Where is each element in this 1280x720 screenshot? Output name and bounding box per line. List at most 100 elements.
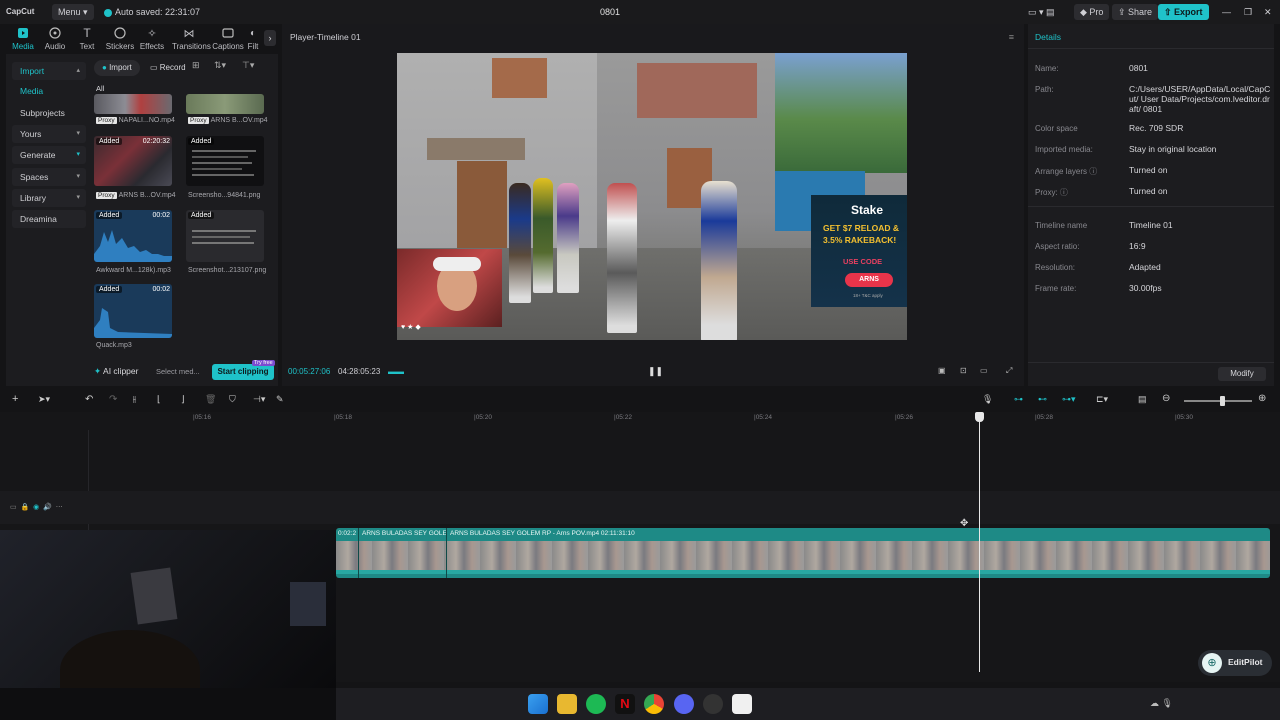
speaker-icon[interactable]: 🔊 bbox=[43, 504, 52, 511]
zoom-out-icon[interactable]: ⊖ bbox=[1162, 393, 1170, 404]
shield-icon[interactable]: ⛉ bbox=[229, 394, 236, 405]
capture-icon[interactable]: ⊡ bbox=[960, 366, 967, 375]
sidebar-item-dreamina[interactable]: Dreamina bbox=[12, 210, 86, 228]
media-thumb[interactable]: Added 00:02 bbox=[94, 210, 172, 262]
chrome-icon[interactable] bbox=[644, 694, 664, 714]
split-right-icon[interactable]: ⌋ bbox=[181, 394, 185, 405]
discord-icon[interactable] bbox=[674, 694, 694, 714]
link-icon[interactable]: ⊶ bbox=[1014, 394, 1023, 405]
magnet-icon[interactable]: ⊷ bbox=[1038, 394, 1047, 405]
menu-button[interactable]: Menu ▾ bbox=[52, 4, 94, 20]
fullscreen-icon[interactable]: ⤢ bbox=[1006, 366, 1012, 376]
stake-fine-print: 18+ T&C apply bbox=[853, 293, 883, 298]
detail-label: Color space bbox=[1035, 124, 1078, 133]
grid-view-icon[interactable]: ⊞ bbox=[192, 60, 200, 71]
modify-button[interactable]: Modify bbox=[1218, 367, 1266, 381]
microphone-icon[interactable]: 🎙 bbox=[982, 394, 993, 405]
share-button[interactable]: ⇪ Share bbox=[1112, 4, 1159, 20]
snap-icon[interactable]: ⊶▾ bbox=[1062, 394, 1076, 405]
media-thumb[interactable]: Added bbox=[186, 210, 264, 262]
player-panel: Player-Timeline 01 ≡ ♥ ★ ◆ Stake GET $7 … bbox=[282, 24, 1024, 386]
lock-icon[interactable]: 🔒 bbox=[21, 504, 30, 511]
sidebar-item-import[interactable]: Import ▴ bbox=[12, 62, 86, 80]
media-thumb[interactable]: Added bbox=[186, 136, 264, 186]
effects-icon: ✧ bbox=[147, 27, 157, 40]
timeline-preview-icon[interactable]: ▬▬ bbox=[388, 367, 404, 376]
restore-icon[interactable]: ❐ bbox=[1244, 4, 1252, 20]
filter-icon[interactable]: ⊤▾ bbox=[242, 60, 254, 71]
full-quality-icon[interactable]: ▣ bbox=[938, 366, 946, 375]
media-thumb[interactable] bbox=[186, 94, 264, 114]
more-icon[interactable]: ⋯ bbox=[56, 504, 63, 511]
tool-captions[interactable]: Captions bbox=[211, 26, 245, 51]
video-clip-track[interactable]: 0:02:2 ARNS BULADAS SEY GOLEI ARNS BULAD… bbox=[336, 528, 1270, 578]
export-button[interactable]: ⇧ Export bbox=[1158, 4, 1209, 20]
sidebar-item-media[interactable]: Media bbox=[12, 82, 86, 100]
select-tool-icon[interactable]: ➤▾ bbox=[38, 394, 50, 405]
zoom-slider-handle[interactable] bbox=[1220, 396, 1225, 406]
tool-effects-label: Effects bbox=[139, 42, 165, 51]
tool-transitions[interactable]: ⋈ Transitions bbox=[172, 26, 211, 52]
layout-icon[interactable]: ▭ ▾ ▤ bbox=[1028, 4, 1055, 20]
title-bar: CapCut Menu ▾ Auto saved: 22:31:07 0801 … bbox=[0, 0, 1280, 24]
record-button[interactable]: ▭ Record bbox=[150, 60, 186, 76]
redo-icon[interactable]: ↷ bbox=[109, 394, 117, 405]
editpilot-button[interactable]: ⊕ EditPilot bbox=[1198, 650, 1272, 676]
media-thumb[interactable] bbox=[94, 94, 172, 114]
tool-effects[interactable]: ✧ Effects bbox=[135, 26, 169, 52]
player-menu-icon[interactable]: ≡ bbox=[1009, 32, 1014, 42]
chevron-down-icon: ▾ bbox=[76, 130, 80, 137]
zoom-slider[interactable] bbox=[1184, 400, 1252, 402]
sort-icon[interactable]: ⇅▾ bbox=[214, 60, 226, 71]
video-preview[interactable]: ♥ ★ ◆ Stake GET $7 RELOAD & 3.5% RAKEBAC… bbox=[397, 53, 907, 340]
media-thumb[interactable]: Added 02:20:32 bbox=[94, 136, 172, 186]
playhead[interactable] bbox=[979, 414, 980, 672]
delete-icon[interactable]: 🗑 bbox=[205, 394, 216, 405]
tool-filters[interactable]: ◐ Filt bbox=[243, 26, 263, 52]
netflix-icon[interactable]: N bbox=[615, 694, 635, 714]
file-explorer-icon[interactable] bbox=[557, 694, 577, 714]
sidebar-item-label: Media bbox=[20, 86, 44, 96]
undo-icon[interactable]: ↶ bbox=[85, 394, 93, 405]
thumbnail-icon[interactable]: ▤ bbox=[1138, 394, 1147, 405]
sidebar-item-subprojects[interactable]: Subprojects bbox=[12, 104, 86, 122]
close-icon[interactable]: ✕ bbox=[1264, 4, 1272, 20]
playhead-handle[interactable] bbox=[975, 412, 984, 422]
split-icon[interactable]: ⫲ bbox=[133, 394, 136, 405]
details-title: Details bbox=[1035, 32, 1061, 42]
system-tray-icons[interactable]: ☁ 🎙 bbox=[1150, 698, 1173, 709]
tool-media[interactable]: Media bbox=[6, 26, 40, 51]
sidebar-item-library[interactable]: Library ▾ bbox=[12, 189, 86, 207]
ratio-icon[interactable]: ▭ bbox=[980, 366, 988, 375]
chevron-right-icon[interactable]: › bbox=[264, 30, 276, 46]
pro-button[interactable]: ◆ Pro bbox=[1074, 4, 1110, 20]
detail-label-text: Proxy: bbox=[1035, 188, 1058, 197]
app-logo: CapCut bbox=[6, 7, 35, 16]
sidebar-item-spaces[interactable]: Spaces ▾ bbox=[12, 168, 86, 186]
edit-icon[interactable]: ✎ bbox=[276, 394, 284, 405]
sidebar-item-yours[interactable]: Yours ▾ bbox=[12, 125, 86, 143]
sidebar-item-generate[interactable]: Generate ▾ bbox=[12, 146, 86, 164]
media-toolbar: Media Audio T Text Stickers ✧ Effects ⋈ … bbox=[6, 24, 278, 54]
capcut-icon[interactable] bbox=[732, 694, 752, 714]
split-left-icon[interactable]: ⌊ bbox=[157, 394, 161, 405]
stake-reload-text: GET $7 RELOAD & bbox=[823, 223, 900, 233]
tool-text[interactable]: T Text bbox=[70, 26, 104, 51]
eye-icon[interactable]: ◉ bbox=[33, 504, 39, 511]
crop-icon[interactable]: ⊣▾ bbox=[253, 394, 265, 405]
preview-axis-icon[interactable]: ⊏▾ bbox=[1096, 394, 1108, 405]
import-button[interactable]: ● Import bbox=[94, 60, 140, 76]
zoom-in-icon[interactable]: ⊕ bbox=[1258, 393, 1266, 404]
tool-audio[interactable]: Audio bbox=[38, 26, 72, 51]
minimize-icon[interactable]: — bbox=[1222, 4, 1231, 20]
cover-icon[interactable]: ▭ bbox=[10, 504, 17, 511]
windows-start-icon[interactable] bbox=[528, 694, 548, 714]
steam-icon[interactable] bbox=[703, 694, 723, 714]
spotify-icon[interactable] bbox=[586, 694, 606, 714]
start-clipping-button[interactable]: Start clipping bbox=[212, 364, 274, 380]
pause-icon[interactable]: ❚❚ bbox=[648, 366, 663, 377]
tool-stickers[interactable]: Stickers bbox=[103, 26, 137, 51]
clip-divider bbox=[358, 528, 359, 578]
add-track-icon[interactable]: + bbox=[12, 393, 18, 405]
media-thumb[interactable]: Added 00:02 bbox=[94, 284, 172, 338]
